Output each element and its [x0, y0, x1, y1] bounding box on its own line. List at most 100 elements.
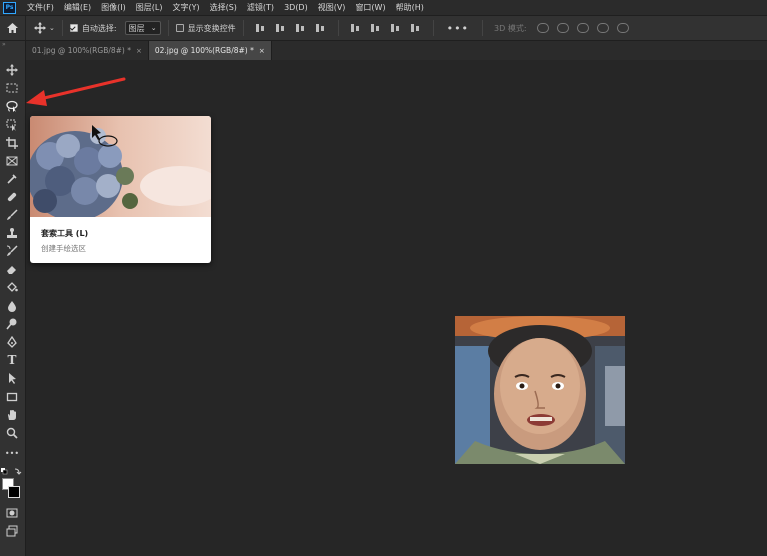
tab-01-jpg[interactable]: 01.jpg @ 100%(RGB/8#) * ×: [26, 41, 149, 60]
edit-toolbar-button[interactable]: •••: [4, 446, 20, 460]
screen-mode-icon: [6, 525, 18, 537]
lasso-tool-tooltip: 套索工具 (L) 创建手绘选区: [30, 116, 211, 263]
auto-select-checkbox[interactable]: [69, 24, 78, 32]
eraser-tool[interactable]: [4, 262, 20, 276]
eraser-icon: [7, 266, 16, 274]
distribute-horizontal-icon[interactable]: [315, 23, 327, 33]
lasso-tool[interactable]: [4, 99, 20, 113]
clone-stamp-tool[interactable]: [4, 226, 20, 240]
chevron-down-icon[interactable]: ⌄: [49, 24, 55, 32]
brush-tool[interactable]: [4, 208, 20, 222]
align-left-icon[interactable]: [255, 23, 267, 33]
object-selection-icon: [6, 119, 16, 131]
rectangle-icon: [6, 392, 18, 402]
divider: [61, 20, 63, 36]
show-transform-label: 显示变换控件: [187, 23, 236, 33]
stamp-icon: [7, 228, 17, 238]
divider: [167, 20, 169, 36]
distribute-vertical-icon[interactable]: [410, 23, 422, 33]
divider: [242, 20, 244, 36]
close-icon[interactable]: ×: [136, 47, 142, 55]
roll-3d-icon[interactable]: [556, 23, 569, 33]
photoshop-window: Ps 文件(F) 编辑(E) 图像(I) 图层(L) 文字(Y) 选择(S) 滤…: [0, 0, 767, 556]
history-brush-icon: [6, 245, 18, 256]
chevron-down-icon: ⌄: [150, 24, 157, 32]
pen-tool[interactable]: [4, 335, 20, 349]
hand-icon: [8, 410, 16, 420]
droplet-icon: [8, 301, 16, 312]
slide-3d-icon[interactable]: [596, 23, 609, 33]
menu-edit[interactable]: 编辑(E): [59, 2, 96, 13]
bandage-icon: [7, 192, 17, 202]
pen-icon: [7, 336, 17, 348]
divider: [482, 20, 484, 36]
align-vertical-center-icon[interactable]: [370, 23, 382, 33]
more-options-button[interactable]: •••: [447, 22, 469, 35]
menu-help[interactable]: 帮助(H): [391, 2, 429, 13]
menu-window[interactable]: 窗口(W): [350, 2, 390, 13]
auto-select-dropdown[interactable]: 图层 ⌄: [124, 21, 161, 35]
menu-file[interactable]: 文件(F): [22, 2, 59, 13]
close-icon[interactable]: ×: [259, 47, 265, 55]
align-horizontal-center-icon[interactable]: [275, 23, 287, 33]
quick-mask-icon: [6, 508, 18, 518]
align-bottom-icon[interactable]: [390, 23, 402, 33]
tooltip-description: 创建手绘选区: [41, 244, 86, 253]
type-tool[interactable]: T: [4, 353, 20, 367]
hand-tool[interactable]: [4, 408, 20, 422]
rectangle-tool[interactable]: [4, 390, 20, 404]
3d-mode-label: 3D 模式:: [494, 23, 527, 33]
tools-panel: » T •••: [0, 41, 26, 556]
tab-02-jpg[interactable]: 02.jpg @ 100%(RGB/8#) * ×: [148, 41, 272, 60]
show-transform-checkbox[interactable]: [175, 24, 184, 32]
magnifier-icon: [6, 427, 18, 439]
rectangular-marquee-tool[interactable]: [4, 81, 20, 95]
menu-bar: Ps 文件(F) 编辑(E) 图像(I) 图层(L) 文字(Y) 选择(S) 滤…: [0, 0, 767, 15]
paint-bucket-tool[interactable]: [4, 280, 20, 294]
more-icon: •••: [4, 448, 20, 458]
brush-icon: [7, 209, 18, 220]
menu-3d[interactable]: 3D(D): [279, 3, 313, 12]
history-brush-tool[interactable]: [4, 244, 20, 258]
background-color-swatch[interactable]: [8, 486, 20, 498]
align-right-icon[interactable]: [295, 23, 307, 33]
blur-tool[interactable]: [4, 299, 20, 313]
frame-tool[interactable]: [4, 154, 20, 168]
dodge-tool[interactable]: [4, 317, 20, 331]
path-selection-tool[interactable]: [4, 371, 20, 385]
crop-icon: [6, 137, 18, 149]
paint-bucket-icon: [7, 282, 18, 292]
collapse-panel-button[interactable]: »: [0, 41, 25, 51]
quick-mask-button[interactable]: [4, 506, 20, 520]
scale-3d-icon[interactable]: [616, 23, 629, 33]
menu-layer[interactable]: 图层(L): [131, 2, 168, 13]
zoom-tool[interactable]: [4, 426, 20, 440]
arrow-pointer-icon: [9, 373, 16, 384]
move-icon: [6, 64, 18, 76]
document-photo: [455, 316, 625, 464]
menu-view[interactable]: 视图(V): [313, 2, 351, 13]
menu-image[interactable]: 图像(I): [96, 2, 131, 13]
crop-tool[interactable]: [4, 136, 20, 150]
menu-select[interactable]: 选择(S): [205, 2, 242, 13]
lasso-demo-image: [30, 116, 211, 217]
annotation-arrow: [26, 77, 126, 106]
move-tool[interactable]: [4, 63, 20, 77]
menu-filter[interactable]: 滤镜(T): [242, 2, 279, 13]
move-tool-preset-icon[interactable]: [34, 22, 46, 34]
align-top-icon[interactable]: [350, 23, 362, 33]
home-button[interactable]: [0, 16, 26, 40]
dodge-icon: [6, 318, 17, 330]
spot-healing-tool[interactable]: [4, 190, 20, 204]
document-tab-bar: 01.jpg @ 100%(RGB/8#) * × 02.jpg @ 100%(…: [26, 41, 767, 60]
menu-type[interactable]: 文字(Y): [167, 2, 204, 13]
pan-3d-icon[interactable]: [576, 23, 589, 33]
screen-mode-button[interactable]: [4, 524, 20, 538]
default-colors-icon: [1, 468, 22, 475]
eyedropper-tool[interactable]: [4, 172, 20, 186]
type-icon: T: [7, 353, 17, 367]
divider: [432, 20, 434, 36]
swap-colors-button[interactable]: [1, 465, 23, 479]
object-selection-tool[interactable]: [4, 118, 20, 132]
orbit-3d-icon[interactable]: [536, 23, 549, 33]
